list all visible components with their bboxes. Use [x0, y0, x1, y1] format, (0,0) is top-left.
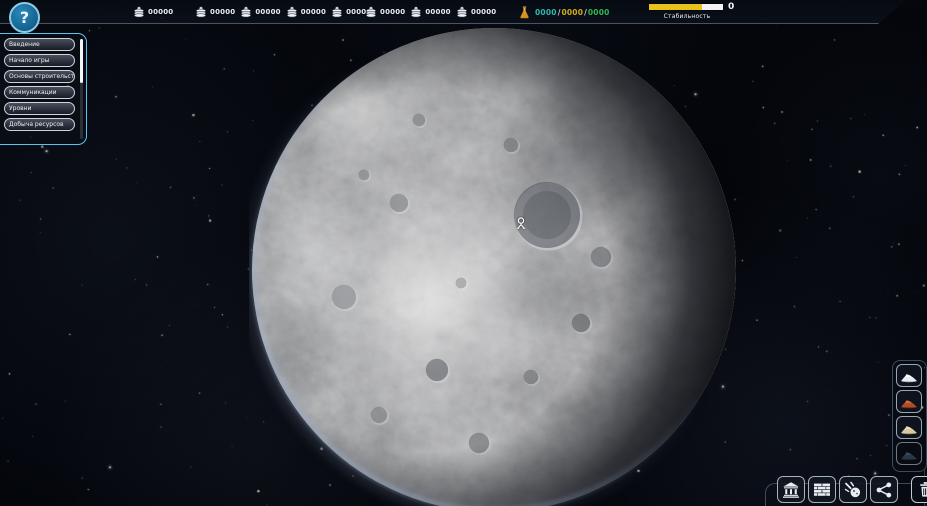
science-value: 0000	[588, 8, 610, 17]
resource-counter: 00000	[240, 6, 280, 18]
resource-counter: 00000	[195, 6, 235, 18]
resource-counter: 00000	[365, 6, 405, 18]
stability-fill	[649, 4, 702, 10]
lander-marker-icon	[514, 216, 528, 230]
resource-counter: 00000	[410, 6, 450, 18]
mineral-pile-icon	[899, 420, 919, 435]
resource-stack-icon	[331, 6, 343, 18]
tutorial-menu-item[interactable]: Добыча ресурсов	[4, 118, 75, 131]
resource-counter: 00000	[133, 6, 173, 18]
mineral-button[interactable]	[896, 416, 922, 439]
resource-counter: 00000	[456, 6, 496, 18]
mineral-button[interactable]	[896, 442, 922, 465]
resource-stack-icon	[133, 6, 145, 18]
science-value: 0000	[561, 8, 583, 17]
bottom-toolbar	[777, 476, 927, 503]
moon-surface-marker[interactable]	[514, 215, 528, 234]
mineral-button[interactable]	[896, 390, 922, 413]
resource-value: 00000	[148, 8, 173, 16]
resource-stack-icon	[456, 6, 468, 18]
resource-counter-group-4: 00000	[456, 0, 496, 24]
tutorial-scrollbar-thumb[interactable]	[80, 39, 83, 83]
mineral-pile-icon	[899, 446, 919, 461]
resource-stack-icon	[286, 6, 298, 18]
resource-counter-group-2: 00000 00000 00000	[195, 0, 371, 24]
share-icon	[875, 481, 893, 499]
building-icon	[782, 481, 800, 499]
resource-stack-icon	[240, 6, 252, 18]
resource-value: 00000	[380, 8, 405, 16]
stability-value: 0	[728, 3, 734, 11]
resource-value: 00000	[301, 8, 326, 16]
meteor-button[interactable]	[839, 476, 867, 503]
resource-stack-icon	[410, 6, 422, 18]
mineral-pile-icon	[899, 394, 919, 409]
bricks-button[interactable]	[808, 476, 836, 503]
resource-counter: 00000	[286, 6, 326, 18]
science-separator: /	[558, 8, 561, 17]
stability-label: Стабильность	[648, 13, 726, 20]
bricks-icon	[813, 481, 831, 499]
resource-value: 00000	[425, 8, 450, 16]
science-separator: /	[584, 8, 587, 17]
building-button[interactable]	[777, 476, 805, 503]
science-value: 0000	[535, 8, 557, 17]
flask-icon	[519, 6, 530, 19]
tutorial-menu-item[interactable]: Введение	[4, 38, 75, 51]
resource-value: 00000	[210, 8, 235, 16]
resource-stack-icon	[365, 6, 377, 18]
resource-value: 00000	[255, 8, 280, 16]
meteor-icon	[844, 481, 862, 499]
resource-value: 00000	[471, 8, 496, 16]
trash-icon	[917, 481, 927, 498]
stability-bar	[648, 3, 724, 11]
share-button[interactable]	[870, 476, 898, 503]
help-button[interactable]: ?	[9, 2, 40, 33]
science-counter: 0000 /0000 /0000	[519, 0, 610, 24]
stability-widget: 0 Стабильность	[648, 3, 744, 20]
moon-planet[interactable]	[249, 25, 739, 506]
resource-stack-icon	[195, 6, 207, 18]
resource-counter-group-1: 00000	[133, 0, 173, 24]
mineral-toolbar	[896, 364, 922, 465]
tutorial-menu: Введение Начало игры Основы строительств…	[0, 38, 86, 131]
resource-counter-group-3: 00000 00000	[365, 0, 451, 24]
science-values: 0000 /0000 /0000	[535, 8, 610, 17]
tutorial-scrollbar[interactable]	[80, 39, 83, 139]
tutorial-menu-item[interactable]: Коммуникации	[4, 86, 75, 99]
game-screen: 00000 00000	[0, 0, 927, 506]
mineral-button[interactable]	[896, 364, 922, 387]
mineral-pile-icon	[899, 368, 919, 383]
demolish-button[interactable]	[911, 476, 927, 503]
tutorial-menu-item[interactable]: Основы строительства	[4, 70, 75, 83]
tutorial-menu-item[interactable]: Уровни	[4, 102, 75, 115]
tutorial-panel: Введение Начало игры Основы строительств…	[0, 33, 87, 145]
tutorial-menu-item[interactable]: Начало игры	[4, 54, 75, 67]
